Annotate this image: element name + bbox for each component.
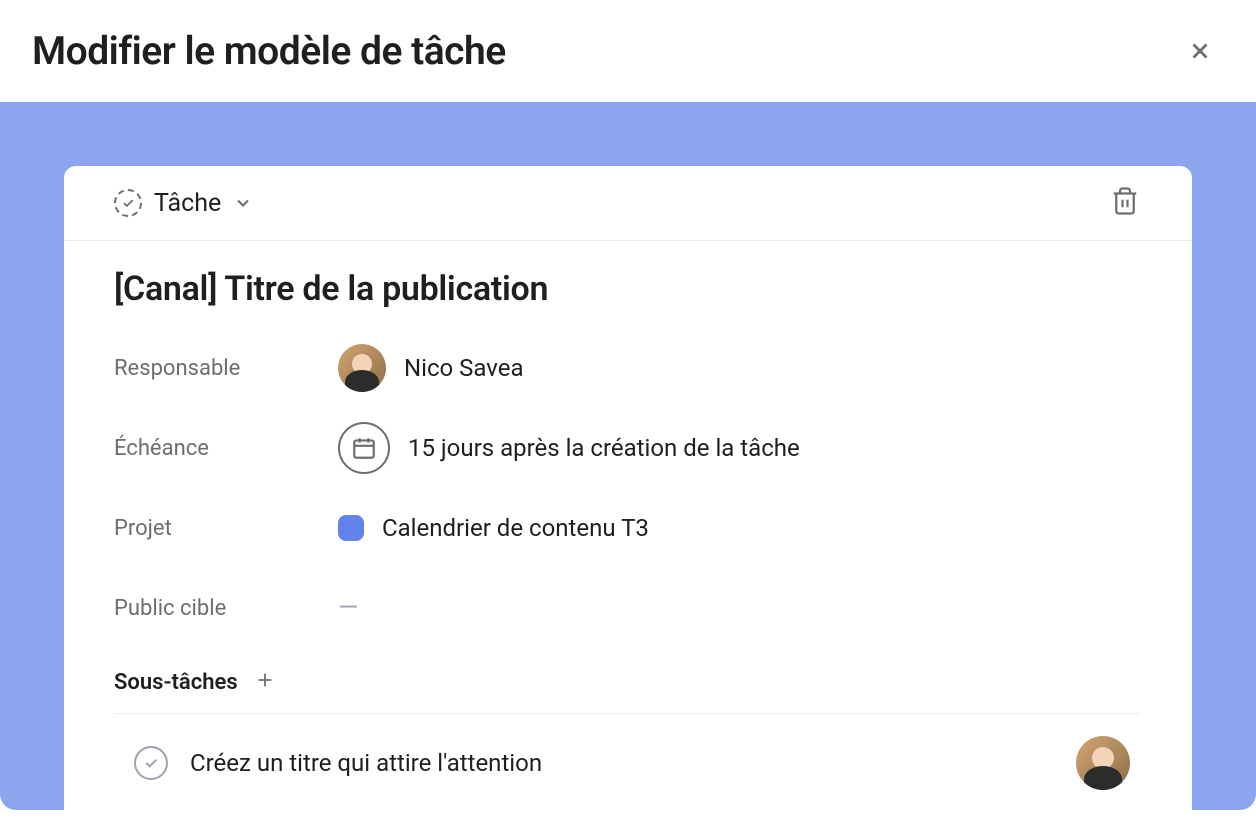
trash-icon [1110, 186, 1140, 216]
assignee-value: Nico Savea [338, 344, 524, 392]
delete-button[interactable] [1110, 186, 1140, 220]
subtasks-header: Sous-tâches [114, 661, 1140, 714]
project-color-icon [338, 515, 364, 541]
task-type-label: Tâche [154, 189, 221, 218]
due-date-value: 15 jours après la création de la tâche [338, 422, 800, 474]
subtask-row[interactable]: Créez un titre qui attire l'attention [114, 714, 1140, 810]
project-label: Projet [114, 516, 338, 541]
subtask-title: Créez un titre qui attire l'attention [190, 749, 542, 777]
assignee-label: Responsable [114, 356, 338, 381]
task-title[interactable]: [Canal] Titre de la publication [114, 269, 1140, 309]
assignee-field[interactable]: Responsable Nico Savea [114, 341, 1140, 395]
project-field[interactable]: Projet Calendrier de contenu T3 [114, 501, 1140, 555]
task-card: Tâche [Canal] Titre de la publication Re… [64, 166, 1192, 810]
add-subtask-button[interactable] [254, 669, 276, 695]
modal-header: Modifier le modèle de tâche [0, 0, 1256, 102]
project-name: Calendrier de contenu T3 [382, 514, 649, 542]
subtask-check-button[interactable] [134, 746, 168, 780]
audience-empty: — [338, 593, 360, 623]
audience-label: Public cible [114, 596, 338, 621]
card-body: [Canal] Titre de la publication Responsa… [64, 241, 1192, 810]
task-check-icon [114, 189, 142, 217]
task-type-selector[interactable]: Tâche [114, 189, 253, 218]
modal-title: Modifier le modèle de tâche [32, 28, 506, 74]
due-date-label: Échéance [114, 436, 338, 461]
close-button[interactable] [1184, 35, 1216, 67]
plus-icon [254, 669, 276, 691]
project-value: Calendrier de contenu T3 [338, 514, 649, 542]
subtasks-label: Sous-tâches [114, 670, 238, 695]
due-date-text: 15 jours après la création de la tâche [408, 434, 800, 462]
audience-value: — [338, 593, 360, 623]
assignee-name: Nico Savea [404, 354, 524, 382]
close-icon [1187, 38, 1213, 64]
banner-area: Tâche [Canal] Titre de la publication Re… [0, 102, 1256, 810]
check-icon [143, 755, 159, 771]
subtask-left: Créez un titre qui attire l'attention [134, 746, 542, 780]
audience-field[interactable]: Public cible — [114, 581, 1140, 635]
due-date-field[interactable]: Échéance 15 jours après la création de l… [114, 421, 1140, 475]
card-header: Tâche [64, 166, 1192, 241]
chevron-down-icon [233, 193, 253, 213]
calendar-icon [338, 422, 390, 474]
subtask-assignee-avatar[interactable] [1076, 736, 1130, 790]
assignee-avatar [338, 344, 386, 392]
